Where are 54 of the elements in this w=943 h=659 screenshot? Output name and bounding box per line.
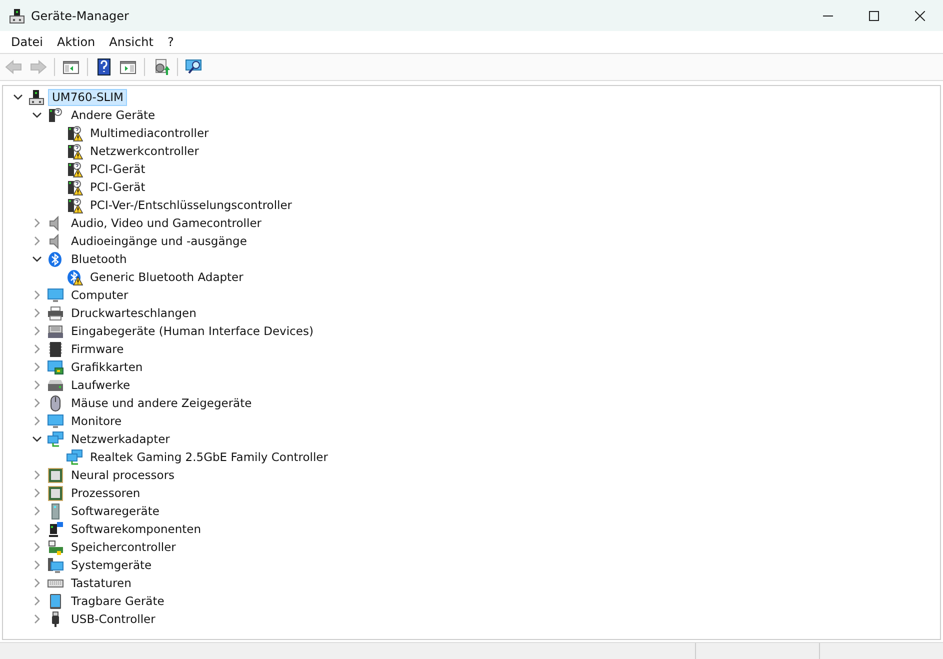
device-category[interactable]: Eingabegeräte (Human Interface Devices) — [67, 322, 318, 340]
device-category[interactable]: Tastaturen — [67, 574, 136, 592]
device-category[interactable]: Softwarekomponenten — [67, 520, 206, 538]
processor-icon — [47, 466, 64, 484]
device-category[interactable]: Prozessoren — [67, 484, 144, 502]
bluetooth-icon — [47, 250, 64, 268]
keyboard-mouse-icon — [47, 322, 64, 340]
unknown-device-icon — [47, 106, 64, 124]
device-category[interactable]: Netzwerkadapter — [67, 430, 174, 448]
device-category[interactable]: Neural processors — [67, 466, 179, 484]
monitor-icon — [47, 412, 64, 430]
device-manager-icon — [9, 8, 25, 24]
device-name[interactable]: Multimediacontroller — [86, 124, 213, 142]
device-category[interactable]: Audio, Video und Gamecontroller — [67, 214, 266, 232]
close-icon — [915, 10, 925, 20]
software-component-icon — [47, 520, 64, 538]
system-device-icon — [47, 556, 64, 574]
device-category[interactable]: Speichercontroller — [67, 538, 180, 556]
portable-device-icon — [47, 592, 64, 610]
device-category[interactable]: Tragbare Geräte — [67, 592, 168, 610]
menu-item[interactable]: Aktion — [50, 33, 102, 51]
device-name[interactable]: Netzwerkcontroller — [86, 142, 203, 160]
host-name[interactable]: UM760-SLIM — [48, 88, 128, 106]
device-category[interactable]: USB-Controller — [67, 610, 160, 628]
device-category[interactable]: Grafikkarten — [67, 358, 147, 376]
device-name[interactable]: Realtek Gaming 2.5GbE Family Controller — [86, 448, 332, 466]
chip-icon — [47, 340, 64, 358]
storage-controller-icon — [47, 538, 64, 556]
device-category[interactable]: Monitore — [67, 412, 126, 430]
monitor-icon — [47, 286, 64, 304]
computer-tower-icon — [28, 88, 45, 106]
device-category[interactable]: Bluetooth — [67, 250, 131, 268]
processor-icon — [47, 484, 64, 502]
menu-item[interactable]: Ansicht — [102, 33, 160, 51]
device-category[interactable]: Laufwerke — [67, 376, 134, 394]
device-name[interactable]: Generic Bluetooth Adapter — [86, 268, 248, 286]
menu-item[interactable]: ? — [160, 33, 181, 51]
device-name[interactable]: PCI-Ver-/Entschlüsselungscontroller — [86, 196, 296, 214]
device-category[interactable]: Firmware — [67, 340, 128, 358]
window-title: Geräte-Manager — [31, 8, 129, 22]
graphics-card-icon — [47, 358, 64, 376]
menu-item[interactable]: Datei — [4, 33, 50, 51]
maximize-icon — [869, 10, 879, 20]
device-name[interactable]: PCI-Gerät — [86, 178, 150, 196]
device-category[interactable]: Druckwarteschlangen — [67, 304, 200, 322]
network-icon — [47, 430, 64, 448]
device-category[interactable]: Softwaregeräte — [67, 502, 164, 520]
device-category[interactable]: Computer — [67, 286, 132, 304]
device-category[interactable]: Audioeingänge und -ausgänge — [67, 232, 251, 250]
device-name[interactable]: PCI-Gerät — [86, 160, 150, 178]
device-category[interactable]: Andere Geräte — [67, 106, 160, 124]
printer-icon — [47, 304, 64, 322]
device-category[interactable]: Systemgeräte — [67, 556, 156, 574]
device-category[interactable]: Mäuse und andere Zeigegeräte — [67, 394, 256, 412]
